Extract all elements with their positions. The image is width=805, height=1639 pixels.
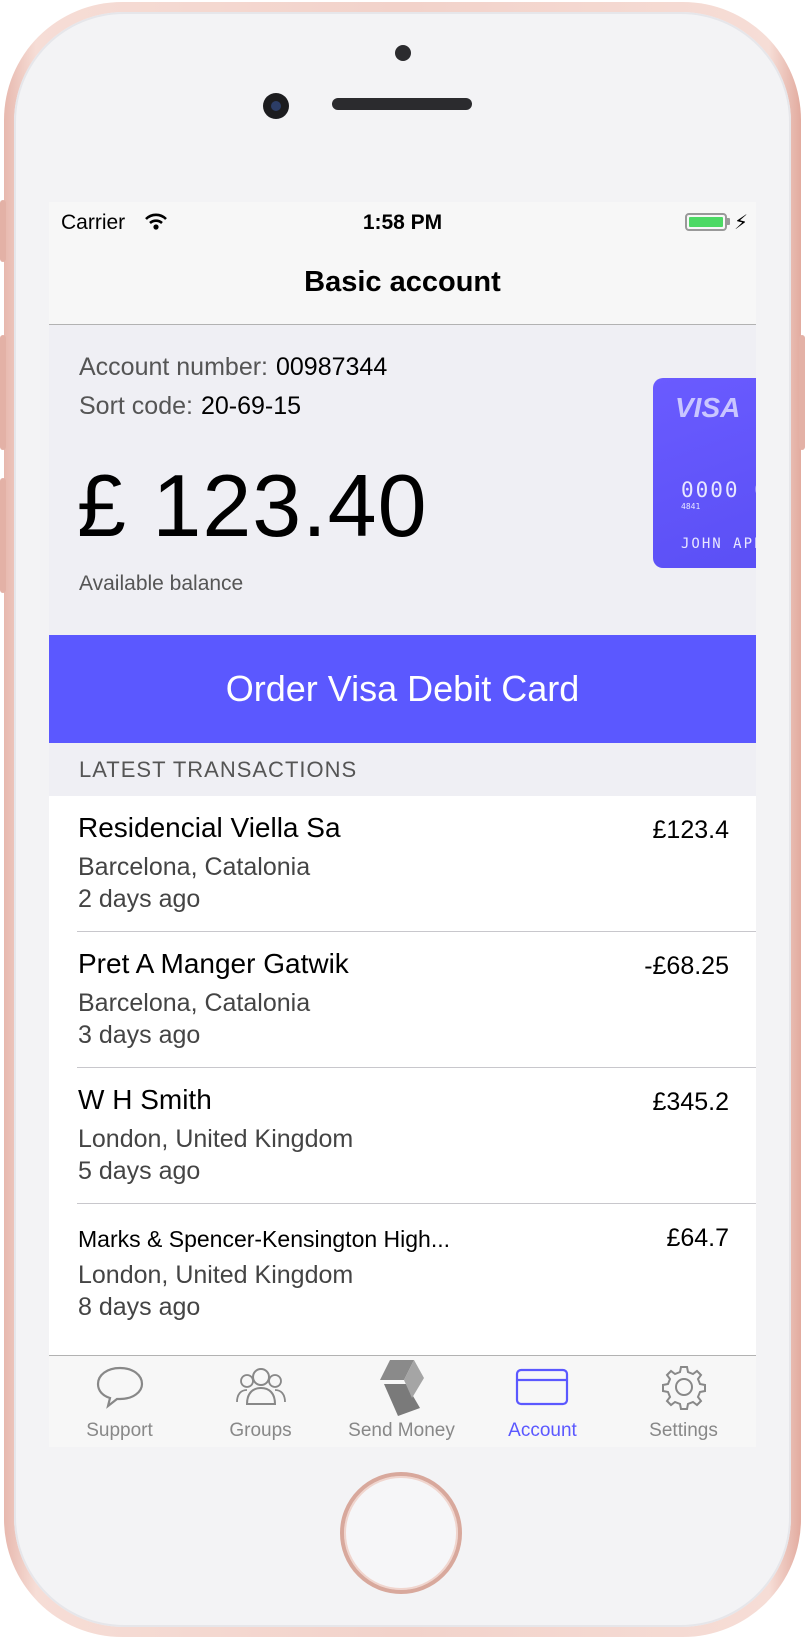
transaction-location: Barcelona, Catalonia: [78, 989, 311, 1017]
transaction-merchant: Pret A Manger Gatwik: [78, 948, 349, 979]
tab-account-label: Account: [508, 1420, 577, 1441]
battery-tip: [727, 218, 730, 225]
chat-bubble-icon: [96, 1366, 144, 1409]
visa-logo: VISA: [675, 392, 741, 423]
navigation-bar: Basic account: [49, 242, 756, 325]
transaction-amount: £123.4: [652, 816, 729, 844]
transaction-row[interactable]: W H Smith £345.2 London, United Kingdom …: [49, 1068, 756, 1204]
transaction-merchant: W H Smith: [78, 1084, 212, 1115]
transaction-location: London, United Kingdom: [78, 1125, 354, 1153]
home-button[interactable]: [340, 1472, 462, 1594]
card-sub-number: 4841: [681, 502, 701, 511]
transaction-date: 2 days ago: [78, 885, 201, 913]
transaction-merchant: Marks & Spencer-Kensington High...: [78, 1226, 451, 1252]
power-button: [799, 335, 805, 450]
status-bar: Carrier 1:58 PM ⚡: [49, 202, 756, 242]
battery-icon: [685, 213, 727, 231]
send-money-icon: [380, 1360, 424, 1416]
tab-support-label: Support: [86, 1420, 153, 1441]
sort-code-row: Sort code: 20-69-15: [79, 392, 301, 421]
card-holder: JOHN APP: [681, 536, 756, 552]
transaction-row[interactable]: Pret A Manger Gatwik -£68.25 Barcelona, …: [49, 932, 756, 1068]
tab-settings-label: Settings: [649, 1420, 718, 1441]
account-number-label: Account number:: [79, 353, 268, 381]
charging-icon: ⚡: [734, 212, 749, 234]
earpiece-speaker: [332, 98, 472, 110]
account-number-row: Account number: 00987344: [79, 353, 387, 382]
proximity-sensor: [395, 45, 411, 61]
transaction-date: 5 days ago: [78, 1157, 201, 1185]
front-camera: [263, 93, 289, 119]
transaction-location: London, United Kingdom: [78, 1261, 354, 1289]
app-screen: Carrier 1:58 PM ⚡ Basic account Account …: [49, 202, 756, 1447]
tab-send-money[interactable]: Send Money: [331, 1356, 472, 1447]
account-number-value: 00987344: [276, 353, 388, 381]
transactions-header-label: LATEST TRANSACTIONS: [79, 757, 358, 782]
people-icon: [236, 1368, 286, 1405]
transaction-location: Barcelona, Catalonia: [78, 853, 311, 881]
tab-account[interactable]: Account: [472, 1356, 613, 1447]
tab-bar: Support Groups Send Money Account Settin…: [49, 1355, 756, 1447]
visa-card-preview[interactable]: VISA 0000 0 4841 JOHN APP: [653, 378, 756, 568]
page-title: Basic account: [304, 266, 501, 298]
tab-groups-label: Groups: [229, 1420, 292, 1441]
order-card-button[interactable]: Order Visa Debit Card: [49, 635, 756, 743]
transaction-row[interactable]: Residencial Viella Sa £123.4 Barcelona, …: [49, 796, 756, 932]
transaction-date: 3 days ago: [78, 1021, 201, 1049]
mute-switch: [0, 200, 6, 262]
transaction-amount: -£68.25: [644, 952, 729, 980]
transaction-amount: £64.7: [666, 1224, 729, 1252]
volume-up-button: [0, 335, 6, 450]
sort-code-value: 20-69-15: [200, 392, 302, 420]
sort-code-label: Sort code:: [79, 392, 193, 420]
volume-down-button: [0, 478, 6, 593]
balance-label: Available balance: [79, 572, 244, 595]
gear-icon: [662, 1366, 706, 1410]
balance-amount: £ 123.40: [77, 456, 428, 555]
card-icon: [515, 1368, 569, 1406]
transaction-date: 8 days ago: [78, 1293, 201, 1321]
tab-send-money-label: Send Money: [348, 1420, 455, 1441]
clock: 1:58 PM: [362, 211, 443, 234]
account-summary: Account number: 00987344 Sort code: 20-69-…: [49, 325, 756, 635]
transaction-row[interactable]: Marks & Spencer-Kensington High... £64.7…: [49, 1204, 756, 1340]
tab-settings[interactable]: Settings: [613, 1356, 754, 1447]
transaction-amount: £345.2: [652, 1088, 729, 1116]
transactions-header: LATEST TRANSACTIONS: [49, 743, 756, 796]
card-number: 0000 0: [681, 478, 756, 502]
tab-groups[interactable]: Groups: [190, 1356, 331, 1447]
tab-support[interactable]: Support: [49, 1356, 190, 1447]
transaction-merchant: Residencial Viella Sa: [78, 812, 341, 843]
